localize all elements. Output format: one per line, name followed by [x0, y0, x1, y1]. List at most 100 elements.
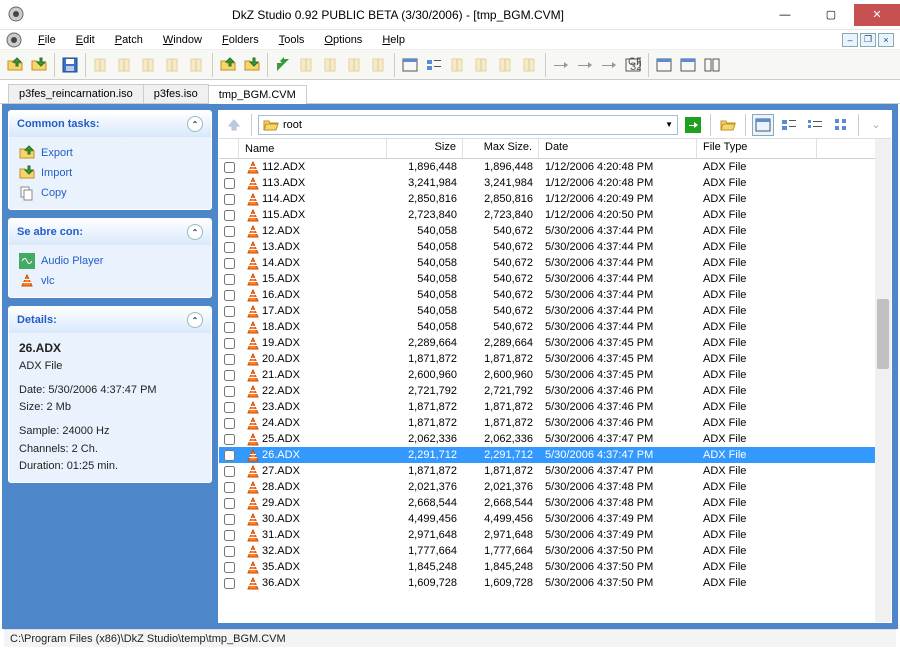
file-list[interactable]: Name Size Max Size. Date File Type 112.A…: [219, 139, 875, 622]
tool-button-13[interactable]: [519, 54, 541, 76]
row-checkbox[interactable]: [224, 194, 235, 205]
file-row[interactable]: 12.ADX540,058540,6725/30/2006 4:37:44 PM…: [219, 223, 875, 239]
view-list-button[interactable]: [423, 54, 445, 76]
file-row[interactable]: 26.ADX2,291,7122,291,7125/30/2006 4:37:4…: [219, 447, 875, 463]
file-row[interactable]: 113.ADX3,241,9843,241,9841/12/2006 4:20:…: [219, 175, 875, 191]
tool-button-7[interactable]: [320, 54, 342, 76]
row-checkbox[interactable]: [224, 290, 235, 301]
up-button[interactable]: [223, 114, 245, 136]
row-checkbox[interactable]: [224, 226, 235, 237]
row-checkbox[interactable]: [224, 514, 235, 525]
col-name[interactable]: Name: [239, 139, 387, 158]
row-checkbox[interactable]: [224, 354, 235, 365]
file-row[interactable]: 30.ADX4,499,4564,499,4565/30/2006 4:37:4…: [219, 511, 875, 527]
file-row[interactable]: 23.ADX1,871,8721,871,8725/30/2006 4:37:4…: [219, 399, 875, 415]
row-checkbox[interactable]: [224, 306, 235, 317]
col-size[interactable]: Size: [387, 139, 463, 158]
window-view-2-button[interactable]: [677, 54, 699, 76]
file-row[interactable]: 27.ADX1,871,8721,871,8725/30/2006 4:37:4…: [219, 463, 875, 479]
file-row[interactable]: 115.ADX2,723,8402,723,8401/12/2006 4:20:…: [219, 207, 875, 223]
file-row[interactable]: 29.ADX2,668,5442,668,5445/30/2006 4:37:4…: [219, 495, 875, 511]
tab-p3fes-reincarnation-iso[interactable]: p3fes_reincarnation.iso: [8, 84, 144, 103]
menu-options[interactable]: Options: [314, 32, 372, 48]
window-view-1-button[interactable]: [653, 54, 675, 76]
row-checkbox[interactable]: [224, 242, 235, 253]
tool-button-1[interactable]: [90, 54, 112, 76]
align-button-2[interactable]: [574, 54, 596, 76]
row-checkbox[interactable]: [224, 210, 235, 221]
col-maxsize[interactable]: Max Size.: [463, 139, 539, 158]
collapse-icon[interactable]: ⌃: [187, 224, 203, 240]
copy-link[interactable]: Copy: [19, 183, 201, 203]
row-checkbox[interactable]: [224, 418, 235, 429]
file-row[interactable]: 16.ADX540,058540,6725/30/2006 4:37:44 PM…: [219, 287, 875, 303]
tool-button-2[interactable]: [114, 54, 136, 76]
file-row[interactable]: 15.ADX540,058540,6725/30/2006 4:37:44 PM…: [219, 271, 875, 287]
export-link[interactable]: Export: [19, 143, 201, 163]
col-filetype[interactable]: File Type: [697, 139, 817, 158]
run-button[interactable]: [272, 54, 294, 76]
options-dropdown-button[interactable]: ⌄: [865, 114, 887, 136]
file-row[interactable]: 28.ADX2,021,3762,021,3765/30/2006 4:37:4…: [219, 479, 875, 495]
row-checkbox[interactable]: [224, 370, 235, 381]
menu-tools[interactable]: Tools: [269, 32, 315, 48]
row-checkbox[interactable]: [224, 322, 235, 333]
file-row[interactable]: 17.ADX540,058540,6725/30/2006 4:37:44 PM…: [219, 303, 875, 319]
file-row[interactable]: 20.ADX1,871,8721,871,8725/30/2006 4:37:4…: [219, 351, 875, 367]
row-checkbox[interactable]: [224, 562, 235, 573]
mdi-restore-button[interactable]: ❐: [860, 33, 876, 47]
file-row[interactable]: 21.ADX2,600,9602,600,9605/30/2006 4:37:4…: [219, 367, 875, 383]
go-button[interactable]: [682, 114, 704, 136]
row-checkbox[interactable]: [224, 498, 235, 509]
menu-folders[interactable]: Folders: [212, 32, 269, 48]
row-checkbox[interactable]: [224, 258, 235, 269]
tool-button-5[interactable]: [186, 54, 208, 76]
row-checkbox[interactable]: [224, 386, 235, 397]
row-checkbox[interactable]: [224, 466, 235, 477]
menu-edit[interactable]: Edit: [66, 32, 105, 48]
menu-patch[interactable]: Patch: [105, 32, 153, 48]
tool-button-6[interactable]: [296, 54, 318, 76]
tool-button-4[interactable]: [162, 54, 184, 76]
collapse-icon[interactable]: ⌃: [187, 116, 203, 132]
view-mode-2-button[interactable]: [778, 114, 800, 136]
tool-button-9[interactable]: [368, 54, 390, 76]
menu-help[interactable]: Help: [372, 32, 415, 48]
view-details-button[interactable]: [399, 54, 421, 76]
col-date[interactable]: Date: [539, 139, 697, 158]
file-row[interactable]: 18.ADX540,058540,6725/30/2006 4:37:44 PM…: [219, 319, 875, 335]
view-mode-3-button[interactable]: [804, 114, 826, 136]
file-row[interactable]: 114.ADX2,850,8162,850,8161/12/2006 4:20:…: [219, 191, 875, 207]
tab-tmp-bgm-cvm[interactable]: tmp_BGM.CVM: [208, 85, 307, 104]
vertical-scrollbar[interactable]: [875, 139, 891, 622]
tool-button-11[interactable]: [471, 54, 493, 76]
view-mode-4-button[interactable]: [830, 114, 852, 136]
minimize-button[interactable]: —: [762, 4, 808, 26]
file-row[interactable]: 32.ADX1,777,6641,777,6645/30/2006 4:37:5…: [219, 543, 875, 559]
file-row[interactable]: 14.ADX540,058540,6725/30/2006 4:37:44 PM…: [219, 255, 875, 271]
path-combo[interactable]: root ▼: [258, 115, 678, 135]
vlc-link[interactable]: vlc: [19, 271, 201, 291]
mdi-close-button[interactable]: ×: [878, 33, 894, 47]
align-button-3[interactable]: [598, 54, 620, 76]
tool-button-3[interactable]: [138, 54, 160, 76]
mdi-minimize-button[interactable]: –: [842, 33, 858, 47]
tab-p3fes-iso[interactable]: p3fes.iso: [143, 84, 209, 103]
tool-button-10[interactable]: [447, 54, 469, 76]
open-green-button[interactable]: [4, 54, 26, 76]
file-row[interactable]: 25.ADX2,062,3362,062,3365/30/2006 4:37:4…: [219, 431, 875, 447]
file-row[interactable]: 112.ADX1,896,4481,896,4481/12/2006 4:20:…: [219, 159, 875, 175]
file-row[interactable]: 31.ADX2,971,6482,971,6485/30/2006 4:37:4…: [219, 527, 875, 543]
menu-file[interactable]: File: [28, 32, 66, 48]
save-button[interactable]: [59, 54, 81, 76]
file-row[interactable]: 24.ADX1,871,8721,871,8725/30/2006 4:37:4…: [219, 415, 875, 431]
tool-button-12[interactable]: [495, 54, 517, 76]
file-row[interactable]: 13.ADX540,058540,6725/30/2006 4:37:44 PM…: [219, 239, 875, 255]
menu-window[interactable]: Window: [153, 32, 212, 48]
file-row[interactable]: 19.ADX2,289,6642,289,6645/30/2006 4:37:4…: [219, 335, 875, 351]
row-checkbox[interactable]: [224, 402, 235, 413]
row-checkbox[interactable]: [224, 530, 235, 541]
browse-button[interactable]: [717, 114, 739, 136]
row-checkbox[interactable]: [224, 162, 235, 173]
file-row[interactable]: 35.ADX1,845,2481,845,2485/30/2006 4:37:5…: [219, 559, 875, 575]
